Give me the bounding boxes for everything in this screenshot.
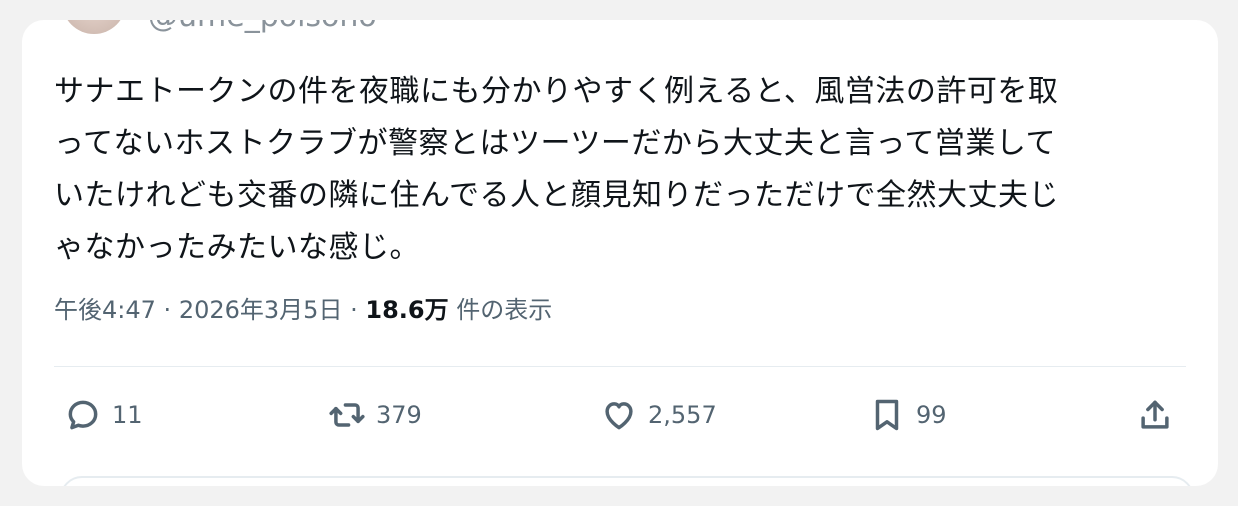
share-icon: [1141, 400, 1169, 429]
views-label: 件の表示: [456, 296, 553, 324]
like-button[interactable]: 2,557: [600, 390, 717, 440]
views-count[interactable]: 18.6万: [365, 296, 448, 324]
reply-icon: [68, 400, 98, 430]
action-bar: 11 379 2,557 99: [22, 390, 1218, 440]
tweet-card: @ume_poisono サナエトークンの件を夜職にも分かりやすく例えると、風営…: [22, 20, 1218, 486]
tweet-meta: 午後4:47 · 2026年3月5日 · 18.6万 件の表示: [54, 292, 552, 328]
retweet-count: 379: [376, 401, 422, 429]
bookmark-button[interactable]: 99: [868, 390, 947, 440]
tweet-text-line: ってないホストクラブが警察とはツーツーだから大丈夫と言って営業して: [54, 126, 1056, 161]
retweet-icon: [329, 403, 365, 427]
tweet-text: サナエトークンの件を夜職にも分かりやすく例えると、風営法の許可を取 ってないホス…: [54, 66, 1184, 274]
tweet-text-line: いたけれども交番の隣に住んでる人と顔見知りだっただけで全然大丈夫じ: [54, 178, 1059, 213]
tweet-text-line: サナエトークンの件を夜職にも分かりやすく例えると、風営法の許可を取: [54, 74, 1059, 109]
retweet-button[interactable]: 379: [328, 390, 422, 440]
reply-button[interactable]: 11: [64, 390, 143, 440]
reply-composer[interactable]: [60, 476, 1194, 486]
bookmark-icon: [875, 399, 899, 431]
meta-separator: ·: [350, 296, 358, 324]
tweet-date[interactable]: 2026年3月5日: [179, 296, 343, 324]
avatar[interactable]: [62, 20, 126, 34]
share-button[interactable]: [1136, 390, 1174, 440]
author-handle[interactable]: @ume_poisono: [148, 20, 377, 32]
bookmark-count: 99: [916, 401, 947, 429]
divider: [54, 366, 1186, 367]
tweet-time[interactable]: 午後4:47: [54, 296, 156, 324]
meta-separator: ·: [163, 296, 172, 324]
tweet-text-line: ゃなかったみたいな感じ。: [54, 230, 420, 265]
heart-icon: [605, 402, 633, 430]
like-count: 2,557: [648, 401, 717, 429]
reply-count: 11: [112, 401, 143, 429]
